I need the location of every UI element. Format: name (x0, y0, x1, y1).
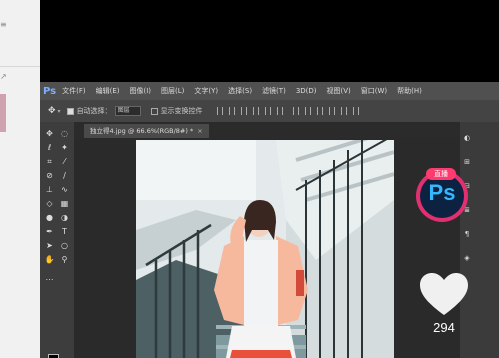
window-edge-glyph: ↗ (0, 72, 7, 81)
foreground-color-swatch[interactable] (48, 354, 59, 358)
panel-icon-layers[interactable]: ◈ (463, 254, 471, 262)
history-brush-icon[interactable]: ∿ (59, 184, 70, 195)
background-window-strip: ≡ ↗ (0, 0, 40, 358)
document-canvas-photo[interactable] (136, 140, 394, 358)
lasso-icon[interactable]: ℓ (44, 142, 55, 153)
magic-wand-icon[interactable]: ✦ (59, 142, 70, 153)
photo-illustration (136, 140, 394, 358)
menu-select[interactable]: 选择(S) (228, 86, 252, 96)
gradient-icon[interactable]: ▦ (59, 198, 70, 209)
align-center-icon[interactable] (264, 107, 271, 115)
menu-type[interactable]: 文字(Y) (194, 86, 218, 96)
dodge-icon[interactable]: ◑ (59, 212, 70, 223)
stamp-icon[interactable]: ⊥ (44, 184, 55, 195)
auto-select-dropdown[interactable]: 图层 (114, 106, 141, 116)
more-tools-icon[interactable]: … (44, 272, 55, 283)
document-tab-bar: 独立得4.jpg @ 66.6%(RGB/8#) * × (74, 122, 460, 138)
menu-help[interactable]: 帮助(H) (397, 86, 422, 96)
divider (0, 66, 40, 67)
heart-icon[interactable] (419, 272, 469, 316)
crop-icon[interactable]: ⌗ (44, 156, 55, 167)
distribute-left-icon[interactable] (328, 107, 335, 115)
tools-panel: ✥ ◌ ℓ ✦ ⌗ ⁄ ⊘ ∕ ⊥ ∿ ◇ ▦ ● ◑ ✒ T ➤ ○ ✋ ⚲ … (40, 122, 74, 358)
menu-file[interactable]: 文件(F) (62, 86, 86, 96)
menu-image[interactable]: 图像(I) (130, 86, 152, 96)
document-tab-label: 独立得4.jpg @ 66.6%(RGB/8#) * (90, 127, 194, 135)
distribute-right-icon[interactable] (352, 107, 359, 115)
align-right-icon[interactable] (276, 107, 283, 115)
move-icon[interactable]: ✥ (48, 106, 56, 116)
live-tag: 直播 (426, 168, 456, 180)
align-left-icon[interactable] (252, 107, 259, 115)
eraser-icon[interactable]: ◇ (44, 198, 55, 209)
brush-icon[interactable]: ∕ (59, 170, 70, 181)
document-tab[interactable]: 独立得4.jpg @ 66.6%(RGB/8#) * × (84, 124, 209, 138)
distribute-center-icon[interactable] (340, 107, 347, 115)
zoom-icon[interactable]: ⚲ (59, 254, 70, 265)
align-middle-icon[interactable] (228, 107, 235, 115)
transform-controls-label: 显示变换控件 (160, 107, 203, 115)
distribute-middle-icon[interactable] (304, 107, 311, 115)
black-video-area (40, 0, 499, 82)
healing-icon[interactable]: ⊘ (44, 170, 55, 181)
path-select-icon[interactable]: ➤ (44, 240, 55, 251)
blur-icon[interactable]: ● (44, 212, 55, 223)
move-tool-icon[interactable]: ✥ (44, 128, 55, 139)
align-top-icon[interactable] (216, 107, 223, 115)
like-count: 294 (433, 320, 455, 335)
photoshop-window: Ps 文件(F) 编辑(E) 图像(I) 图层(L) 文字(Y) 选择(S) 滤… (40, 82, 499, 358)
shape-icon[interactable]: ○ (59, 240, 70, 251)
app-logo: Ps (43, 85, 57, 97)
marquee-icon[interactable]: ◌ (59, 128, 70, 139)
menu-window[interactable]: 窗口(W) (361, 86, 387, 96)
menu-filter[interactable]: 滤镜(T) (262, 86, 286, 96)
options-bar: ✥ ▾ 自动选择： 图层 显示变换控件 (40, 100, 499, 122)
menu-layer[interactable]: 图层(L) (161, 86, 184, 96)
selected-item-highlight (0, 94, 6, 132)
align-bottom-icon[interactable] (240, 107, 247, 115)
hand-icon[interactable]: ✋ (44, 254, 55, 265)
menu-3d[interactable]: 3D(D) (296, 87, 317, 95)
distribute-bottom-icon[interactable] (316, 107, 323, 115)
menu-view[interactable]: 视图(V) (327, 86, 351, 96)
distribute-top-icon[interactable] (292, 107, 299, 115)
auto-select-label: 自动选择： (76, 107, 112, 115)
pen-icon[interactable]: ✒ (44, 226, 55, 237)
eyedropper-icon[interactable]: ⁄ (59, 156, 70, 167)
panel-icon-paragraph[interactable]: ¶ (463, 230, 471, 238)
menu-bar: Ps 文件(F) 编辑(E) 图像(I) 图层(L) 文字(Y) 选择(S) 滤… (40, 82, 499, 100)
chevron-down-icon[interactable]: ▾ (58, 108, 61, 115)
badge-ps-text: Ps (428, 180, 456, 205)
auto-select-checkbox[interactable] (66, 107, 74, 115)
live-ps-badge[interactable]: Ps 直播 (416, 168, 468, 222)
panel-icon-color[interactable]: ◐ (463, 134, 471, 142)
panel-icon-adjust[interactable]: ⊞ (463, 158, 471, 166)
window-edge-glyph: ≡ (0, 20, 7, 29)
close-icon[interactable]: × (197, 127, 202, 135)
menu-edit[interactable]: 编辑(E) (96, 86, 120, 96)
text-icon[interactable]: T (59, 226, 70, 237)
transform-controls-checkbox[interactable] (150, 107, 158, 115)
